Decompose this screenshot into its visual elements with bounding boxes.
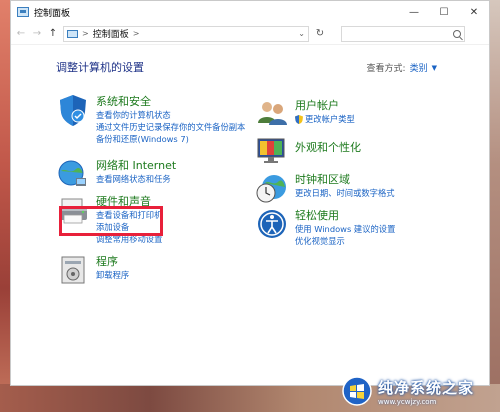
caret-down-icon[interactable]: ▼ [432, 64, 437, 72]
breadcrumb-control-panel[interactable]: 控制面板 [93, 27, 129, 40]
link-uninstall-program[interactable]: 卸载程序 [96, 269, 129, 281]
users-icon [258, 102, 287, 125]
link-file-history[interactable]: 通过文件历史记录保存你的文件备份副本 [96, 121, 245, 133]
shield-icon [60, 95, 86, 126]
link-network-status[interactable]: 查看网络状态和任务 [96, 173, 176, 185]
highlight-box [59, 206, 163, 236]
title-bar[interactable]: 控制面板 — ☐ ✕ [11, 1, 489, 23]
chevron-right-icon[interactable]: > [133, 29, 140, 38]
search-input[interactable] [341, 25, 465, 42]
up-arrow-icon[interactable]: ↑ [47, 28, 59, 39]
minimize-button[interactable]: — [399, 1, 429, 23]
watermark-text: 纯净系统之家 www.ycwjzy.com [378, 377, 474, 406]
change-account-type-row: 更改帐户类型 [295, 113, 355, 125]
address-bar[interactable]: > 控制面板 > ⌄ [63, 25, 309, 42]
category-title-user-accounts[interactable]: 用户帐户 [295, 97, 355, 113]
main-content: 调整计算机的设置 查看方式: 类别 ▼ 系统和安全 查看你的计算机状态 通过文件… [11, 45, 489, 385]
watermark-title: 纯净系统之家 [378, 378, 475, 397]
view-by: 查看方式: 类别 ▼ [366, 61, 437, 75]
forward-arrow-icon[interactable]: → [31, 28, 43, 39]
category-title-clock-region[interactable]: 时钟和区域 [295, 171, 395, 187]
network-globe-icon [58, 160, 86, 186]
watermark-url: www.ycwjzy.com [378, 397, 437, 406]
link-change-account-type[interactable]: 更改帐户类型 [305, 113, 355, 125]
chevron-down-icon[interactable]: ⌄ [298, 29, 305, 38]
navigation-bar: ← → ↑ > 控制面板 > ⌄ ↻ [11, 23, 489, 45]
watermark-logo-icon [342, 376, 372, 406]
category-title-system-security[interactable]: 系统和安全 [96, 93, 245, 109]
site-watermark: 纯净系统之家 www.ycwjzy.com [342, 372, 492, 410]
window-title: 控制面板 [34, 8, 71, 19]
ease-of-access-icon [258, 210, 286, 238]
chevron-right-icon[interactable]: > [82, 29, 89, 38]
maximize-button[interactable]: ☐ [429, 1, 459, 23]
desktop-background-left [0, 0, 10, 412]
page-title: 调整计算机的设置 [56, 61, 144, 74]
search-icon [453, 29, 461, 38]
view-by-label: 查看方式: [366, 64, 406, 74]
view-by-dropdown[interactable]: 类别 [410, 61, 428, 74]
link-backup-restore[interactable]: 备份和还原(Windows 7) [96, 133, 245, 145]
category-title-appearance[interactable]: 外观和个性化 [295, 139, 361, 155]
programs-icon [61, 256, 85, 284]
category-title-network-internet[interactable]: 网络和 Internet [96, 157, 176, 173]
link-change-date-time-format[interactable]: 更改日期、时间或数字格式 [295, 187, 395, 199]
refresh-icon[interactable]: ↻ [313, 28, 327, 39]
control-panel-icon [17, 7, 29, 17]
category-title-ease-of-access[interactable]: 轻松使用 [295, 207, 395, 223]
uac-shield-icon [295, 114, 303, 124]
clock-globe-icon [256, 175, 286, 203]
control-panel-window: 控制面板 — ☐ ✕ ← → ↑ > 控制面板 > ⌄ ↻ 调整计算机的设置 查… [10, 0, 490, 386]
category-title-programs[interactable]: 程序 [96, 253, 129, 269]
back-arrow-icon[interactable]: ← [15, 28, 27, 39]
desktop-background-right [490, 0, 500, 412]
link-optimize-visual-display[interactable]: 优化视觉显示 [295, 235, 395, 247]
appearance-icon [257, 138, 285, 163]
link-view-computer-status[interactable]: 查看你的计算机状态 [96, 109, 245, 121]
link-windows-suggested-settings[interactable]: 使用 Windows 建议的设置 [295, 223, 395, 235]
close-button[interactable]: ✕ [459, 1, 489, 23]
window-controls: — ☐ ✕ [399, 1, 489, 23]
control-panel-icon [67, 29, 78, 38]
